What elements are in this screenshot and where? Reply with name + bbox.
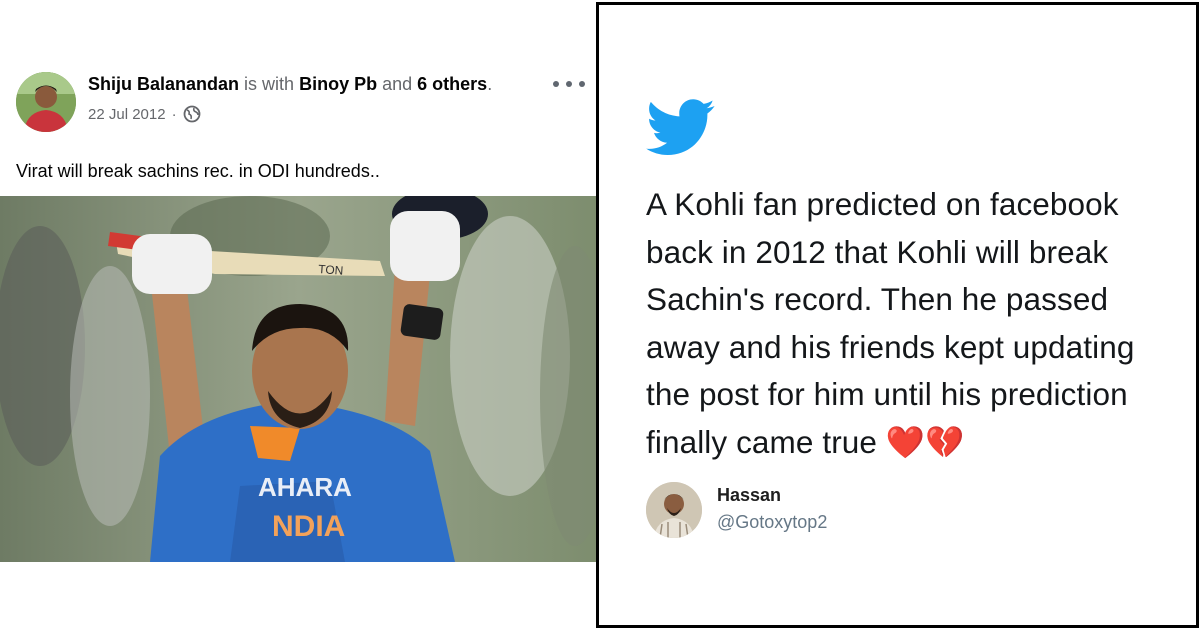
period: .	[487, 74, 493, 94]
tweet-text: A Kohli fan predicted on facebook back i…	[646, 186, 1135, 460]
post-meta: 22 Jul 2012 ·	[88, 105, 201, 123]
tagged-person[interactable]: Binoy Pb	[299, 74, 377, 94]
dot	[579, 81, 585, 87]
tweet-card: A Kohli fan predicted on facebook back i…	[596, 2, 1199, 628]
others-link[interactable]: 6 others	[417, 74, 487, 94]
facebook-post: Shiju Balanandan is with Binoy Pb and 6 …	[0, 0, 598, 630]
dot	[553, 81, 559, 87]
user-name[interactable]: Hassan	[717, 485, 781, 506]
date-separator: ·	[171, 105, 177, 123]
user-handle[interactable]: @Gotoxytop2	[717, 512, 827, 533]
globe-icon[interactable]	[183, 105, 201, 123]
post-text: Virat will break sachins rec. in ODI hun…	[16, 161, 380, 181]
jersey-text-top: AHARA	[258, 472, 352, 502]
post-photo[interactable]: TON AHARA NDIA	[0, 196, 598, 562]
post-date[interactable]: 22 Jul 2012	[88, 106, 166, 123]
and-text: and	[382, 74, 413, 94]
with-text: is with	[244, 74, 295, 94]
author-name[interactable]: Shiju Balanandan	[88, 74, 239, 94]
twitter-bird-icon	[646, 99, 716, 157]
author-avatar[interactable]	[16, 72, 76, 132]
more-options-icon[interactable]	[553, 76, 585, 92]
dot	[566, 81, 572, 87]
post-header: Shiju Balanandan is with Binoy Pb and 6 …	[88, 74, 492, 95]
user-avatar[interactable]	[646, 482, 702, 538]
jersey-text-bottom: NDIA	[272, 510, 345, 543]
bat-label: TON	[318, 262, 344, 278]
